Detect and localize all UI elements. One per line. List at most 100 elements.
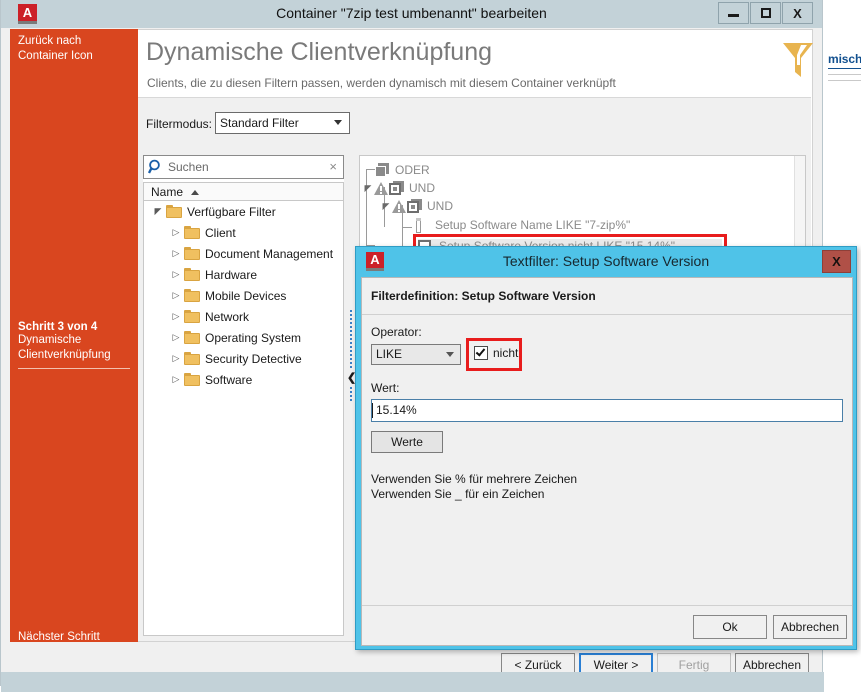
expand-triangle-icon[interactable]: ▷ bbox=[168, 374, 184, 385]
wert-input[interactable]: 15.14% bbox=[371, 399, 843, 422]
tree-item-label: Network bbox=[205, 309, 250, 324]
tree-connector bbox=[366, 169, 375, 170]
background-rule bbox=[828, 68, 861, 69]
close-button[interactable]: X bbox=[782, 2, 813, 24]
current-step-block: Schritt 3 von 4 Dynamische Clientverknüp… bbox=[18, 321, 136, 369]
tree-item[interactable]: ▷ Document Management bbox=[144, 243, 343, 264]
dialog-cancel-button[interactable]: Abbrechen bbox=[773, 615, 847, 639]
dialog-title: Textfilter: Setup Software Version bbox=[502, 253, 710, 269]
dialog-heading-bar: Filterdefinition: Setup Software Version bbox=[362, 278, 852, 315]
tree-item[interactable]: ▷ Network bbox=[144, 306, 343, 327]
page-subtitle: Clients, die zu diesen Filtern passen, w… bbox=[147, 76, 616, 90]
search-input[interactable]: Suchen × bbox=[143, 155, 344, 179]
group-stack-icon bbox=[375, 163, 390, 177]
back-button-label: < Zurück bbox=[514, 657, 562, 672]
filtermode-label: Filtermodus: bbox=[146, 117, 213, 131]
nicht-checkbox[interactable] bbox=[474, 346, 488, 360]
available-filters-panel: Suchen × Name ◤ Verfügbare Filter ▷ Clien… bbox=[143, 155, 344, 636]
back-link-line2: Container Icon bbox=[18, 50, 93, 62]
expr-node-und-outer[interactable]: ◤ UND bbox=[362, 179, 435, 197]
text-caret bbox=[372, 403, 373, 418]
folder-icon bbox=[184, 373, 200, 386]
tree-item[interactable]: ▷ Security Detective bbox=[144, 348, 343, 369]
filtermode-bar: Filtermodus: Standard Filter bbox=[138, 98, 811, 150]
dialog-body: Filterdefinition: Setup Software Version… bbox=[361, 277, 853, 646]
search-placeholder: Suchen bbox=[168, 160, 209, 174]
background-rule bbox=[828, 74, 861, 75]
folder-icon bbox=[184, 331, 200, 344]
expr-node-software-name[interactable]: Setup Software Name LIKE "7-zip%" bbox=[414, 216, 630, 234]
filter-tree[interactable]: ◤ Verfügbare Filter ▷ Client ▷ Document Man… bbox=[143, 201, 344, 636]
folder-icon bbox=[184, 310, 200, 323]
window-bottom-strip bbox=[1, 672, 824, 692]
tree-item-label: Security Detective bbox=[205, 351, 302, 366]
tree-item[interactable]: ▷ Software bbox=[144, 369, 343, 390]
tree-item-label: Document Management bbox=[205, 246, 334, 261]
expand-triangle-icon[interactable]: ▷ bbox=[168, 290, 184, 301]
tree-column-header-label: Name bbox=[151, 185, 184, 199]
hint-line-1: Verwenden Sie % für mehrere Zeichen bbox=[371, 472, 578, 486]
expand-triangle-icon[interactable]: ▷ bbox=[168, 332, 184, 343]
page-title: Dynamische Clientverknüpfung bbox=[146, 38, 493, 66]
maximize-button[interactable] bbox=[750, 2, 781, 24]
sort-ascending-icon bbox=[191, 190, 199, 195]
expr-node-label: UND bbox=[409, 181, 435, 195]
dialog-footer-divider bbox=[362, 605, 852, 606]
warning-icon bbox=[374, 181, 388, 195]
expand-triangle-icon[interactable]: ▷ bbox=[168, 248, 184, 259]
expr-node-label: UND bbox=[427, 199, 453, 213]
expr-node-label: ODER bbox=[395, 163, 430, 177]
expand-triangle-icon[interactable]: ▷ bbox=[168, 353, 184, 364]
operator-value: LIKE bbox=[376, 347, 403, 361]
minimize-button[interactable] bbox=[718, 2, 749, 24]
window-title: Container "7zip test umbenannt" bearbeit… bbox=[276, 5, 547, 21]
maximize-icon bbox=[760, 8, 771, 18]
tree-item-label: Operating System bbox=[205, 330, 302, 345]
dialog-close-button[interactable]: X bbox=[822, 250, 851, 273]
minimize-icon bbox=[728, 14, 739, 17]
clear-search-icon[interactable]: × bbox=[329, 159, 337, 174]
background-rule bbox=[828, 80, 861, 81]
collapse-triangle-icon[interactable]: ◤ bbox=[150, 206, 166, 217]
dialog-ok-label: Ok bbox=[722, 620, 738, 634]
collapse-triangle-icon[interactable]: ◤ bbox=[362, 183, 374, 194]
folder-icon bbox=[184, 289, 200, 302]
tree-root-node[interactable]: ◤ Verfügbare Filter bbox=[144, 201, 343, 222]
dialog-cancel-label: Abbrechen bbox=[780, 620, 840, 634]
dialog-ok-button[interactable]: Ok bbox=[693, 615, 767, 639]
back-link-line1: Zurück nach bbox=[18, 35, 82, 47]
group-icon bbox=[389, 181, 404, 195]
back-to-container-link[interactable]: Zurück nach Container Icon bbox=[18, 34, 133, 64]
tree-root-label: Verfügbare Filter bbox=[187, 204, 276, 219]
expr-node-label: Setup Software Name LIKE "7-zip%" bbox=[435, 218, 631, 232]
folder-icon bbox=[184, 226, 200, 239]
werte-button[interactable]: Werte bbox=[371, 431, 443, 453]
expand-triangle-icon[interactable]: ▷ bbox=[168, 311, 184, 322]
hint-line-2: Verwenden Sie _ für ein Zeichen bbox=[371, 487, 545, 501]
tree-item[interactable]: ▷ Operating System bbox=[144, 327, 343, 348]
expr-node-und-inner[interactable]: ◤ UND bbox=[380, 197, 453, 215]
background-partial-text: mische bbox=[828, 52, 861, 66]
step-title: Schritt 3 von 4 bbox=[18, 321, 98, 333]
chevron-down-icon bbox=[446, 352, 454, 357]
window-titlebar: A Container "7zip test umbenannt" bearbe… bbox=[1, 0, 822, 28]
tree-column-header[interactable]: Name bbox=[143, 182, 344, 201]
operator-select[interactable]: LIKE bbox=[371, 344, 461, 365]
expand-triangle-icon[interactable]: ▷ bbox=[168, 269, 184, 280]
folder-icon bbox=[184, 352, 200, 365]
filtermode-select[interactable]: Standard Filter bbox=[215, 112, 350, 134]
cancel-button-label: Abbrechen bbox=[742, 657, 802, 672]
tree-item[interactable]: ▷ Client bbox=[144, 222, 343, 243]
expand-triangle-icon[interactable]: ▷ bbox=[168, 227, 184, 238]
chevron-down-icon bbox=[334, 120, 342, 125]
tree-item[interactable]: ▷ Mobile Devices bbox=[144, 285, 343, 306]
finish-button-label: Fertig bbox=[678, 657, 710, 672]
search-icon bbox=[147, 159, 163, 178]
tree-item[interactable]: ▷ Hardware bbox=[144, 264, 343, 285]
expr-node-oder[interactable]: ODER bbox=[375, 161, 430, 179]
textfilter-dialog: A Textfilter: Setup Software Version X F… bbox=[355, 246, 857, 650]
collapse-triangle-icon[interactable]: ◤ bbox=[380, 201, 392, 212]
tree-item-label: Hardware bbox=[205, 267, 258, 282]
splitter-grip bbox=[350, 310, 352, 368]
wert-value: 15.14% bbox=[376, 403, 417, 417]
